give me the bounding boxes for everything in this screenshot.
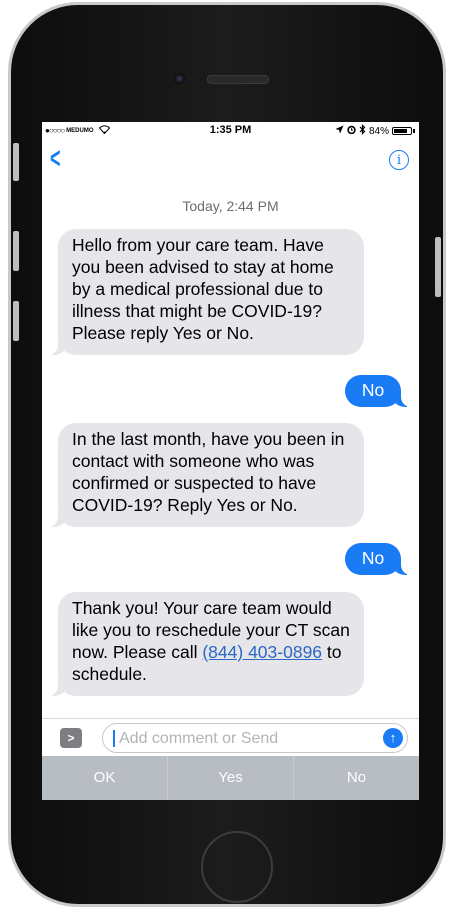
incoming-message: Hello from your care team. Have you been…: [48, 229, 364, 355]
battery-tip: [413, 129, 415, 133]
phone-screen: ●○○○○ MEDUMO 1:35 PM 84% < i Today, 2:44…: [42, 122, 419, 800]
chevron-left-icon[interactable]: <: [50, 144, 61, 174]
navigation-bar: < i: [42, 140, 419, 184]
quick-reply-yes[interactable]: Yes: [168, 756, 294, 800]
bluetooth-icon: [359, 124, 366, 138]
front-camera: [174, 73, 185, 84]
battery-icon: [392, 127, 412, 135]
location-icon: [335, 125, 344, 137]
arrow-up-icon[interactable]: ↑: [383, 728, 403, 748]
outgoing-message: No: [345, 543, 411, 575]
quick-reply-no[interactable]: No: [294, 756, 419, 800]
outgoing-message: No: [345, 375, 411, 407]
power-button: [435, 237, 441, 297]
home-button[interactable]: [201, 831, 273, 903]
volume-up-button: [13, 231, 19, 271]
earpiece-speaker: [207, 75, 269, 84]
quick-reply-bar: OK Yes No: [42, 756, 419, 800]
mute-switch: [13, 143, 19, 181]
info-icon[interactable]: i: [389, 150, 409, 170]
quick-reply-ok[interactable]: OK: [42, 756, 168, 800]
message-input-wrapper[interactable]: ↑: [102, 723, 408, 753]
status-bar: ●○○○○ MEDUMO 1:35 PM 84%: [42, 122, 419, 140]
message-composer: > ↑: [42, 718, 419, 757]
alarm-icon: [347, 125, 356, 137]
incoming-message: In the last month, have you been in cont…: [48, 423, 364, 527]
chevron-right-icon[interactable]: >: [60, 728, 82, 748]
conversation-timestamp: Today, 2:44 PM: [182, 198, 279, 214]
phone-number-link[interactable]: (844) 403-0896: [202, 642, 322, 662]
message-input[interactable]: [117, 726, 371, 752]
incoming-message: Thank you! Your care team would like you…: [48, 592, 364, 696]
text-cursor: [113, 730, 115, 747]
battery-percent: 84%: [368, 125, 389, 137]
volume-down-button: [13, 301, 19, 341]
